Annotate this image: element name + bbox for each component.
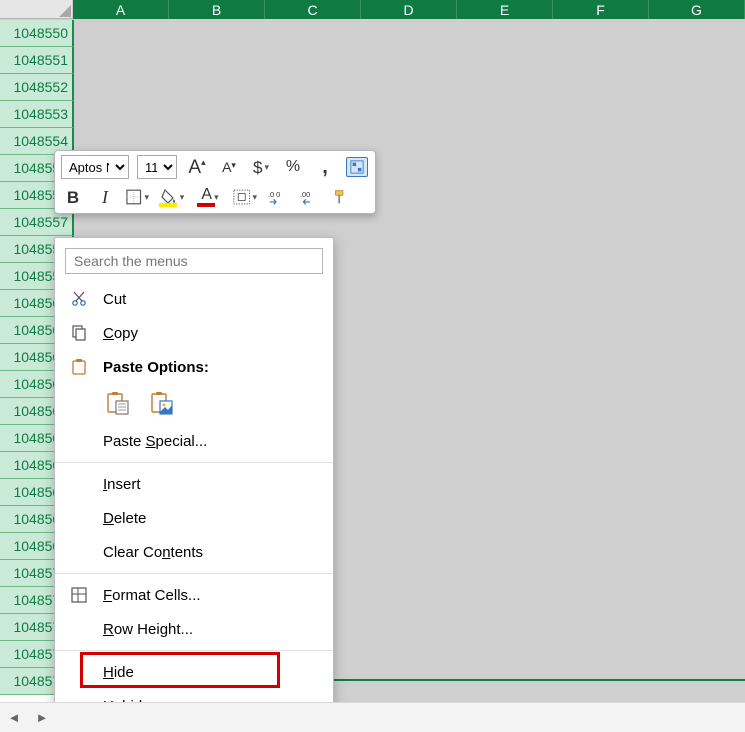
menu-item-cut[interactable]: Cut [55,282,333,316]
scroll-left-arrow[interactable]: ◄ [0,704,28,732]
column-header-D[interactable]: D [361,0,457,19]
menu-item-delete[interactable]: Delete [55,501,333,535]
menu-separator [55,462,333,463]
menu-item-clear-contents[interactable]: Clear Contents [55,535,333,569]
menu-label: Paste Special... [103,433,321,450]
menu-separator [55,650,333,651]
mini-toolbar: Aptos Na 11 A A $▾ % , B I ▾ ▾ A ▾ ▾ [54,150,376,214]
increase-decimal-button[interactable]: .00 [265,185,289,209]
svg-text:0: 0 [276,190,280,199]
menu-label: Cut [103,291,321,308]
menu-item-paste-options: Paste Options: [55,350,333,384]
bold-button[interactable]: B [61,185,85,209]
comma-format-button[interactable]: , [313,155,337,179]
menu-label: Format Cells... [103,587,321,604]
row-header-1048552[interactable]: 1048552 [0,74,74,101]
column-header-E[interactable]: E [457,0,553,19]
menu-search-wrapper [65,248,323,274]
menu-item-format-cells[interactable]: Format Cells... [55,578,333,612]
svg-text:.0: .0 [268,190,274,199]
svg-text:.00: .00 [300,190,310,199]
column-header-row: A B C D E F G [0,0,745,20]
merge-center-button[interactable]: ▾ [233,185,257,209]
menu-search-input[interactable] [65,248,323,274]
italic-button[interactable]: I [93,185,117,209]
fill-color-button[interactable]: ▾ [157,185,187,209]
column-header-C[interactable]: C [265,0,361,19]
menu-item-copy[interactable]: Copy [55,316,333,350]
menu-label: Copy [103,325,321,342]
copy-icon [69,324,89,342]
horizontal-scrollbar[interactable]: ◄ ► [0,702,745,732]
percent-format-button[interactable]: % [281,155,305,179]
font-color-button[interactable]: A ▾ [195,185,225,209]
menu-item-paste-special[interactable]: Paste Special... [55,424,333,458]
menu-label: Row Height... [103,621,321,638]
menu-item-insert[interactable]: Insert [55,467,333,501]
menu-label: Delete [103,510,321,527]
row-header-1048550[interactable]: 1048550 [0,20,74,47]
scroll-right-arrow[interactable]: ► [28,704,56,732]
decrease-decimal-button[interactable]: .00 [297,185,321,209]
context-menu: Cut Copy Paste Options: Paste Special...… [54,237,334,732]
menu-label: Clear Contents [103,544,321,561]
accounting-format-button[interactable]: $▾ [249,155,273,179]
menu-label: Insert [103,476,321,493]
menu-separator [55,573,333,574]
column-header-B[interactable]: B [169,0,265,19]
conditional-formatting-button[interactable] [345,155,369,179]
row-header-1048553[interactable]: 1048553 [0,101,74,128]
menu-item-row-height[interactable]: Row Height... [55,612,333,646]
select-all-corner[interactable] [0,0,73,19]
row-header-1048551[interactable]: 1048551 [0,47,74,74]
format-cells-icon [69,586,89,604]
column-header-A[interactable]: A [73,0,169,19]
font-size-select[interactable]: 11 [137,155,177,179]
column-header-G[interactable]: G [649,0,745,19]
scissors-icon [69,290,89,308]
paste-option-default[interactable] [103,388,133,418]
scroll-track[interactable] [56,710,745,726]
menu-label: Hide [103,664,321,681]
menu-item-hide[interactable]: Hide [55,655,333,689]
increase-font-size-button[interactable]: A [185,155,209,179]
paste-option-picture[interactable] [147,388,177,418]
font-name-select[interactable]: Aptos Na [61,155,129,179]
borders-button[interactable]: ▾ [125,185,149,209]
clipboard-icon [69,358,89,376]
decrease-font-size-button[interactable]: A [217,155,241,179]
column-header-F[interactable]: F [553,0,649,19]
menu-label: Paste Options: [103,359,321,376]
format-painter-button[interactable] [329,185,353,209]
